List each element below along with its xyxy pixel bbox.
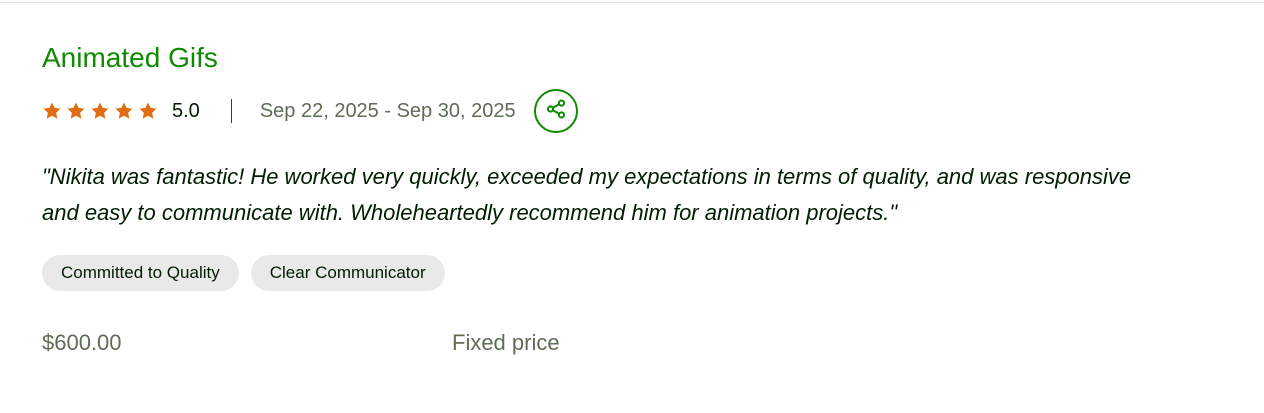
star-icon xyxy=(114,101,134,121)
meta-divider xyxy=(230,99,232,123)
star-icon xyxy=(138,101,158,121)
review-meta-row: 5.0 Sep 22, 2025 - Sep 30, 2025 xyxy=(42,86,578,136)
star-rating xyxy=(42,101,158,121)
star-icon xyxy=(42,101,62,121)
tag-badge: Clear Communicator xyxy=(250,255,445,291)
review-feedback: "Nikita was fantastic! He worked very qu… xyxy=(42,164,1132,225)
share-button[interactable] xyxy=(533,89,578,133)
contract-price: $600.00 xyxy=(42,330,122,355)
star-icon xyxy=(66,101,86,121)
tag-badge: Committed to Quality xyxy=(42,255,239,291)
job-title-link[interactable]: Animated Gifs xyxy=(42,41,218,75)
review-tags: Committed to Quality Clear Communicator xyxy=(42,255,445,291)
star-icon xyxy=(90,101,110,121)
contract-type: Fixed price xyxy=(452,330,560,355)
review-card: Animated Gifs 5.0 Sep 22, 2025 - Sep 30,… xyxy=(42,0,1222,413)
rating-value: 5.0 xyxy=(172,99,200,122)
share-icon xyxy=(545,98,567,125)
date-range: Sep 22, 2025 - Sep 30, 2025 xyxy=(259,99,516,122)
